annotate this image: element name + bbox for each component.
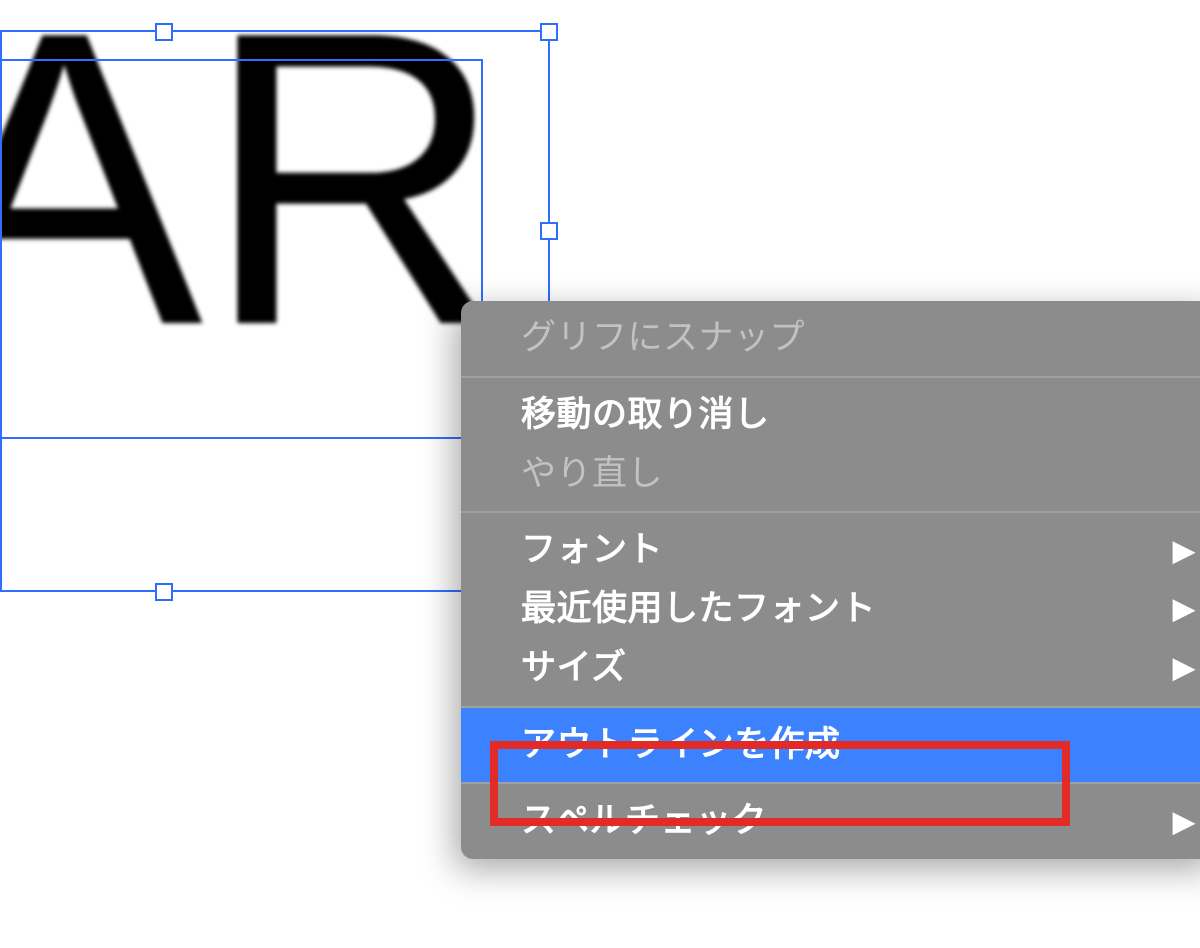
submenu-arrow-icon: ▶	[1173, 537, 1195, 565]
menu-item-label: やり直し	[521, 449, 663, 500]
selection-handle-right[interactable]	[540, 222, 558, 240]
menu-item-label: 移動の取り消し	[521, 390, 770, 441]
context-menu: グリフにスナップ 移動の取り消し やり直し フォント ▶ 最近使用したフォント …	[461, 301, 1200, 859]
selection-handle-top-right[interactable]	[540, 23, 558, 41]
menu-item-label: フォント	[521, 525, 663, 576]
menu-item-label: アウトラインを作成	[521, 720, 841, 771]
menu-item-label: グリフにスナップ	[521, 313, 805, 364]
menu-item-label: スペルチェック	[521, 796, 767, 847]
selection-handle-bottom[interactable]	[155, 583, 173, 601]
menu-item-snap-to-glyph: グリフにスナップ	[461, 301, 1200, 376]
menu-item-redo: やり直し	[461, 445, 1200, 512]
menu-item-recent-fonts[interactable]: 最近使用したフォント ▶	[461, 580, 1200, 639]
menu-item-undo-move[interactable]: 移動の取り消し	[461, 378, 1200, 445]
menu-item-label: サイズ	[521, 643, 626, 694]
text-frame-box	[0, 59, 483, 439]
menu-item-font[interactable]: フォント ▶	[461, 513, 1200, 580]
menu-item-label: 最近使用したフォント	[521, 584, 876, 635]
menu-item-spell-check[interactable]: スペルチェック ▶	[461, 784, 1200, 859]
submenu-arrow-icon: ▶	[1173, 595, 1195, 623]
submenu-arrow-icon: ▶	[1173, 654, 1195, 682]
selection-handle-top[interactable]	[155, 23, 173, 41]
submenu-arrow-icon: ▶	[1173, 808, 1195, 836]
menu-item-size[interactable]: サイズ ▶	[461, 639, 1200, 706]
menu-item-create-outlines[interactable]: アウトラインを作成	[461, 708, 1200, 783]
